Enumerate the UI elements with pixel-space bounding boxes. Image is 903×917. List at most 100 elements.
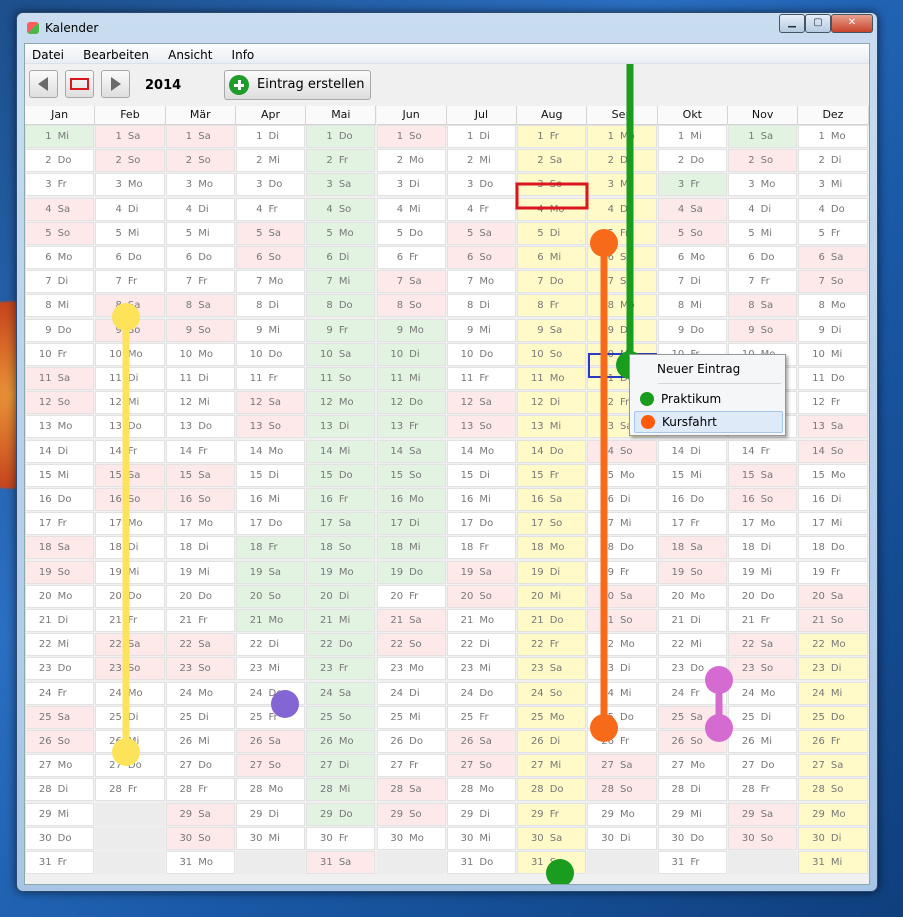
day-cell[interactable]: 21 Mo xyxy=(235,609,306,632)
day-cell[interactable]: 23 Do xyxy=(657,657,727,681)
day-cell[interactable]: 20 Do xyxy=(95,584,165,608)
day-cell[interactable]: 8 Di xyxy=(235,294,306,318)
day-cell[interactable]: 13 Di xyxy=(306,415,376,439)
day-cell[interactable]: 26 Mo xyxy=(306,730,376,753)
day-cell[interactable]: 19 Mi xyxy=(95,560,165,584)
day-cell[interactable]: 19 Mo xyxy=(306,560,376,584)
day-cell[interactable]: 9 So xyxy=(165,318,235,342)
day-cell[interactable]: 26 Mi xyxy=(728,730,798,753)
day-cell[interactable]: 29 Di xyxy=(235,802,306,826)
day-cell[interactable]: 24 So xyxy=(517,681,587,705)
day-cell[interactable]: 25 Di xyxy=(165,705,235,729)
day-cell[interactable]: 24 Fr xyxy=(657,681,727,705)
day-cell[interactable]: 10 Fr xyxy=(25,342,95,366)
day-cell[interactable]: 14 Di xyxy=(25,439,95,463)
day-cell[interactable]: 22 Do xyxy=(306,633,376,657)
day-cell[interactable]: 21 Fr xyxy=(165,609,235,632)
day-cell[interactable]: 26 So xyxy=(25,730,95,753)
day-cell[interactable]: 17 Di xyxy=(376,512,446,536)
day-cell[interactable]: 25 So xyxy=(306,705,376,729)
day-cell[interactable]: 13 Sa xyxy=(798,415,868,439)
day-cell[interactable]: 23 So xyxy=(728,657,798,681)
next-year-button[interactable] xyxy=(101,70,130,98)
day-cell[interactable]: 30 Di xyxy=(587,826,657,850)
day-cell[interactable]: 10 Mi xyxy=(798,342,868,366)
day-cell[interactable]: 17 Mo xyxy=(95,512,165,536)
day-cell[interactable]: 19 Di xyxy=(517,560,587,584)
day-cell[interactable]: 20 Di xyxy=(306,584,376,608)
day-cell[interactable]: 26 So xyxy=(657,730,727,753)
day-cell[interactable]: 12 So xyxy=(25,391,95,415)
day-cell[interactable]: 23 Mo xyxy=(376,657,446,681)
day-cell[interactable]: 10 Mo xyxy=(95,342,165,366)
day-cell[interactable]: 13 So xyxy=(235,415,306,439)
day-cell[interactable]: 22 Di xyxy=(235,633,306,657)
day-cell[interactable]: 24 Mo xyxy=(95,681,165,705)
day-cell[interactable]: 2 Fr xyxy=(306,149,376,173)
day-cell[interactable]: 19 Mi xyxy=(165,560,235,584)
menu-ansicht[interactable]: Ansicht xyxy=(161,46,219,62)
day-cell[interactable]: 16 Mi xyxy=(446,488,517,511)
day-cell[interactable]: 31 Fr xyxy=(657,851,727,874)
day-cell[interactable]: 29 Mi xyxy=(657,802,727,826)
day-cell[interactable]: 25 Do xyxy=(587,705,657,729)
day-cell[interactable]: 7 Di xyxy=(25,270,95,294)
day-cell[interactable]: 15 Di xyxy=(446,463,517,487)
day-cell[interactable]: 14 Sa xyxy=(376,439,446,463)
day-cell[interactable]: 18 Di xyxy=(728,536,798,560)
day-cell[interactable]: 27 Mo xyxy=(25,754,95,778)
day-cell[interactable]: 1 Fr xyxy=(517,125,587,148)
day-cell[interactable]: 16 Di xyxy=(798,488,868,511)
day-cell[interactable]: 12 Mo xyxy=(306,391,376,415)
day-cell[interactable]: 18 Mo xyxy=(517,536,587,560)
day-cell[interactable]: 12 Sa xyxy=(446,391,517,415)
day-cell[interactable]: 26 Sa xyxy=(235,730,306,753)
day-cell[interactable]: 3 Mo xyxy=(95,173,165,197)
day-cell[interactable]: 25 Sa xyxy=(657,705,727,729)
day-cell[interactable]: 22 Sa xyxy=(728,633,798,657)
day-cell[interactable]: 31 Mi xyxy=(798,851,868,874)
day-cell[interactable]: 27 Mi xyxy=(517,754,587,778)
day-cell[interactable]: 24 Mo xyxy=(728,681,798,705)
day-cell[interactable]: 20 Mo xyxy=(25,584,95,608)
day-cell[interactable]: 6 Fr xyxy=(376,246,446,269)
day-cell[interactable]: 31 Fr xyxy=(25,851,95,874)
day-cell[interactable]: 3 Do xyxy=(235,173,306,197)
day-cell[interactable]: 1 Sa xyxy=(95,125,165,148)
day-cell[interactable]: 30 Do xyxy=(25,826,95,850)
day-cell[interactable]: 21 Di xyxy=(25,609,95,632)
day-cell[interactable]: 1 Mo xyxy=(798,125,868,148)
day-cell[interactable]: 14 Do xyxy=(517,439,587,463)
day-cell[interactable]: 5 Do xyxy=(376,221,446,245)
day-cell[interactable]: 17 Mo xyxy=(165,512,235,536)
day-cell[interactable]: 16 Mo xyxy=(376,488,446,511)
day-cell[interactable]: 2 Mo xyxy=(376,149,446,173)
day-cell[interactable]: 15 Sa xyxy=(165,463,235,487)
day-cell[interactable]: 26 Do xyxy=(376,730,446,753)
day-cell[interactable]: 21 Di xyxy=(657,609,727,632)
day-cell[interactable]: 11 So xyxy=(306,367,376,390)
day-cell[interactable]: 19 Sa xyxy=(446,560,517,584)
menu-datei[interactable]: Datei xyxy=(25,46,71,62)
day-cell[interactable]: 22 Mo xyxy=(798,633,868,657)
day-cell[interactable]: 27 So xyxy=(446,754,517,778)
day-cell[interactable]: 30 Di xyxy=(798,826,868,850)
day-cell[interactable]: 6 Mo xyxy=(657,246,727,269)
day-cell[interactable]: 29 Fr xyxy=(517,802,587,826)
day-cell[interactable]: 18 Fr xyxy=(446,536,517,560)
day-cell[interactable]: 17 Mi xyxy=(587,512,657,536)
day-cell[interactable]: 25 Di xyxy=(95,705,165,729)
day-cell[interactable]: 29 So xyxy=(376,802,446,826)
day-cell[interactable]: 29 Mo xyxy=(798,802,868,826)
day-cell[interactable]: 19 Fr xyxy=(587,560,657,584)
day-cell[interactable]: 8 Mo xyxy=(798,294,868,318)
day-cell[interactable]: 25 Sa xyxy=(25,705,95,729)
context-item-praktikum[interactable]: Praktikum xyxy=(634,389,781,409)
day-cell[interactable]: 3 Fr xyxy=(25,173,95,197)
day-cell[interactable]: 7 Sa xyxy=(376,270,446,294)
day-cell[interactable]: 23 Di xyxy=(798,657,868,681)
day-cell[interactable]: 31 Do xyxy=(446,851,517,874)
day-cell[interactable]: 23 So xyxy=(95,657,165,681)
day-cell[interactable]: 6 So xyxy=(446,246,517,269)
day-cell[interactable]: 30 Mi xyxy=(235,826,306,850)
